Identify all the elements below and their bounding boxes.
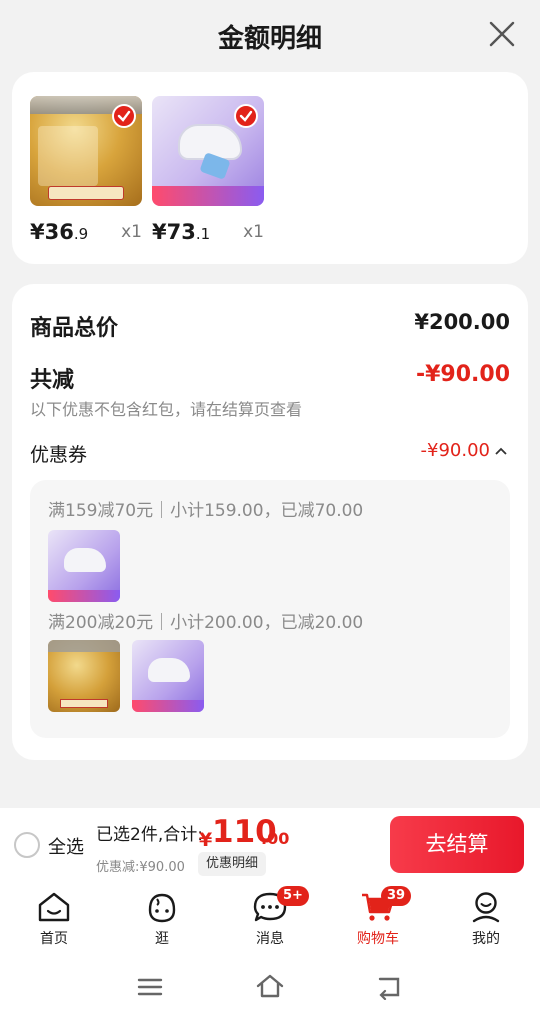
goods-total-label: 商品总价 — [30, 316, 119, 341]
tab-home[interactable]: 首页 — [9, 890, 99, 948]
message-badge: 5+ — [277, 886, 309, 906]
tab-cart[interactable]: 购物车 39 — [333, 886, 423, 948]
profile-icon — [472, 892, 500, 923]
product-item[interactable]: ¥36.9 x1 — [30, 96, 142, 244]
home-nav-icon[interactable] — [254, 972, 286, 1000]
coupon-value: -¥90.00 — [420, 440, 490, 461]
face-icon — [148, 893, 176, 923]
coupon-label: 优惠券 — [30, 444, 88, 466]
bottom-tab-bar: 首页 逛 消息 5+ 购物车 39 我的 — [0, 882, 540, 952]
checkout-bar: 全选 已选2件,合计: ¥ 110 .00 优惠减:¥90.00 优惠明细 去结… — [0, 808, 540, 882]
coupon-rule: 满159减70元｜小计159.00，已减70.00 — [48, 501, 364, 521]
cart-badge: 39 — [381, 886, 412, 906]
page-title: 金额明细 — [217, 24, 322, 54]
coupon-rule: 满200减20元｜小计200.00，已减20.00 — [48, 613, 364, 633]
total-currency: ¥ — [199, 829, 213, 851]
tab-messages[interactable]: 消息 5+ — [225, 886, 315, 948]
coupon-product-thumb — [48, 530, 120, 602]
menu-icon[interactable] — [136, 976, 164, 998]
product-qty: x1 — [121, 222, 142, 242]
product-price: ¥73.1 — [152, 220, 211, 244]
reduce-label: 共减 — [30, 368, 75, 393]
product-item[interactable]: ¥73.1 x1 — [152, 96, 264, 244]
coupon-product-thumb — [132, 640, 204, 712]
product-price: ¥36.9 — [30, 220, 89, 244]
tab-explore[interactable]: 逛 — [117, 890, 207, 948]
select-all-radio[interactable] — [14, 832, 40, 858]
check-icon[interactable] — [234, 104, 258, 128]
goods-total-value: ¥200.00 — [414, 310, 510, 334]
system-navigation-bar — [0, 952, 540, 1020]
chevron-up-icon — [495, 447, 507, 455]
close-icon[interactable] — [488, 20, 516, 48]
checkout-button[interactable]: 去结算 — [390, 816, 524, 873]
back-icon[interactable] — [376, 974, 404, 1000]
coupon-breakdown-panel: 满159减70元｜小计159.00，已减70.00 满200减20元｜小计200… — [30, 480, 510, 738]
product-image-dendrobium[interactable] — [30, 96, 142, 206]
check-icon[interactable] — [112, 104, 136, 128]
selected-products-card: ¥36.9 x1 ¥73.1 x1 — [12, 72, 528, 264]
tab-profile[interactable]: 我的 — [441, 890, 531, 948]
total-decimal: .00 — [261, 829, 290, 848]
reduce-value: -¥90.00 — [415, 362, 510, 387]
header: 金额明细 — [0, 0, 540, 72]
discount-note: 以下优惠不包含红包，请在结算页查看 — [30, 400, 303, 419]
select-all-label[interactable]: 全选 — [48, 833, 84, 859]
selected-summary: 已选2件,合计: — [96, 825, 203, 845]
coupon-product-thumb — [48, 640, 120, 712]
discount-detail-button[interactable]: 优惠明细 — [198, 852, 267, 876]
coupon-toggle[interactable]: -¥90.00 — [421, 440, 508, 461]
home-icon — [38, 892, 70, 922]
product-image-kids-shoes[interactable] — [152, 96, 264, 206]
discount-text: 优惠减:¥90.00 — [96, 860, 185, 875]
price-detail-card: 商品总价 ¥200.00 共减 -¥90.00 以下优惠不包含红包，请在结算页查… — [12, 284, 528, 760]
product-qty: x1 — [243, 222, 264, 242]
